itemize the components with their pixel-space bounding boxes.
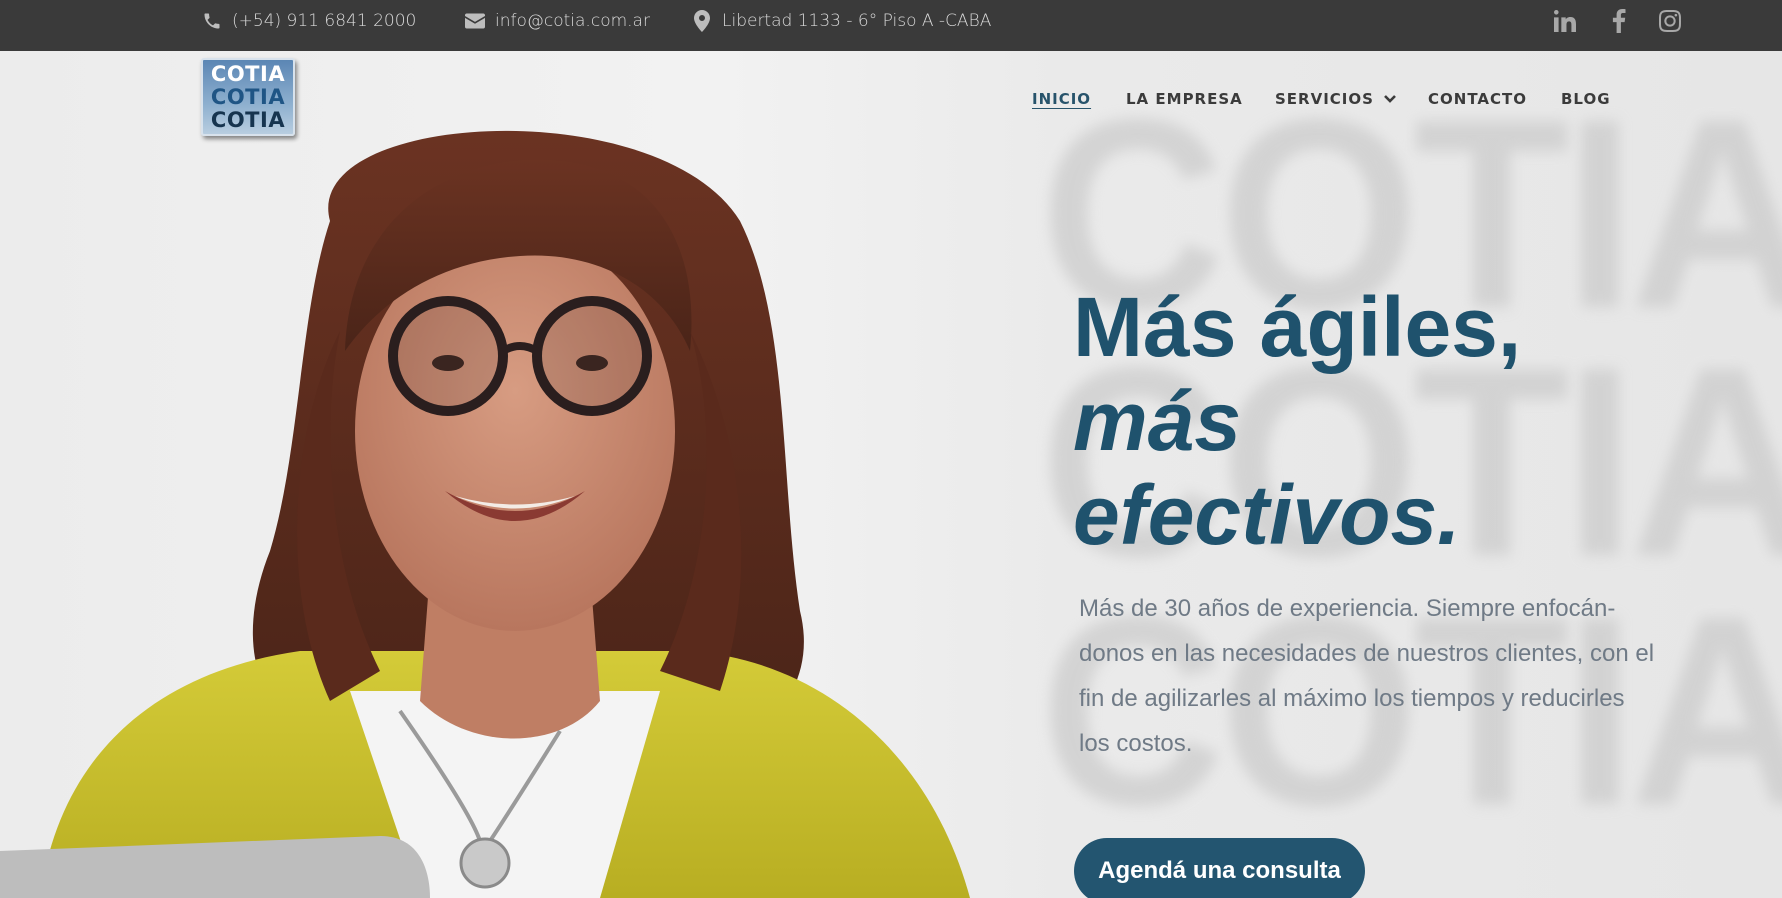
facebook-icon[interactable]: [1606, 8, 1632, 34]
hero-photo-woman: [0, 130, 970, 898]
nav-item-la-empresa[interactable]: LA EMPRESA: [1126, 90, 1243, 108]
instagram-icon[interactable]: [1657, 8, 1683, 34]
envelope-icon: [465, 11, 485, 31]
nav-item-servicios[interactable]: SERVICIOS: [1275, 90, 1396, 108]
nav-item-contacto[interactable]: CONTACTO: [1428, 90, 1527, 108]
hero-headline: Más ágiles, más efectivos.: [1073, 280, 1522, 562]
cotia-logo[interactable]: COTIA COTIA COTIA: [201, 58, 295, 136]
chevron-down-icon: [1384, 95, 1396, 103]
top-contact-bar: (+54) 911 6841 2000 info@cotia.com.ar Li…: [0, 0, 1782, 51]
hero-description: Más de 30 años de experiencia. Siempre e…: [1079, 595, 1655, 757]
linkedin-icon[interactable]: [1552, 8, 1578, 34]
address-text: Libertad 1133 - 6° Piso A -CABA: [722, 11, 992, 31]
address-link[interactable]: Libertad 1133 - 6° Piso A -CABA: [692, 0, 991, 42]
nav-item-inicio[interactable]: INICIO: [1032, 90, 1091, 108]
book-consultation-button[interactable]: Agendá una consulta: [1074, 838, 1365, 898]
phone-text: (+54) 911 6841 2000: [232, 11, 417, 31]
phone-link[interactable]: (+54) 911 6841 2000: [202, 0, 416, 42]
map-marker-icon: [692, 10, 712, 32]
email-text: info@cotia.com.ar: [495, 11, 650, 31]
nav-item-blog[interactable]: BLOG: [1561, 90, 1611, 108]
phone-icon: [202, 11, 222, 31]
email-link[interactable]: info@cotia.com.ar: [465, 0, 650, 42]
hero-section: COTIA COTIA COTIA COTIA COTIA COTIA INIC…: [0, 51, 1782, 898]
